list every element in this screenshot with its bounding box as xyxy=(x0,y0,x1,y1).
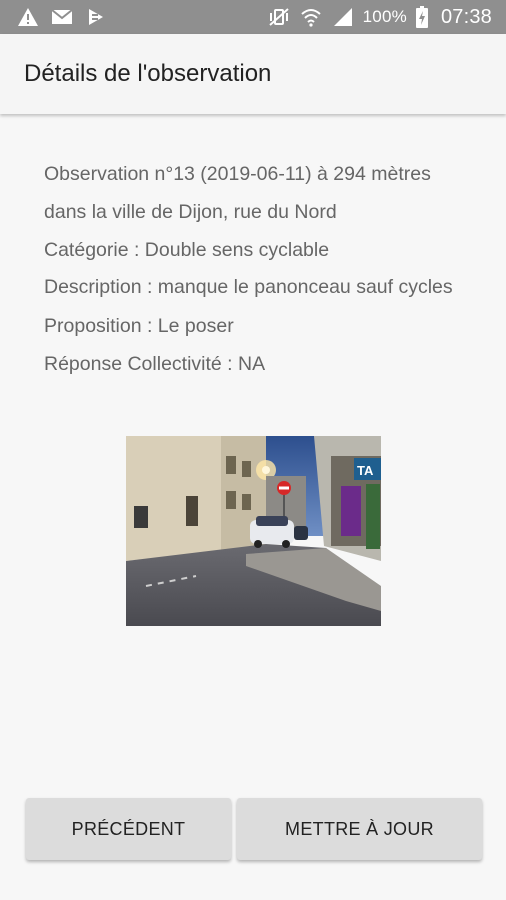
observation-photo[interactable]: TA xyxy=(126,436,381,626)
observation-details: Observation n°13 (2019-06-11) à 294 mètr… xyxy=(44,155,490,383)
vibrate-mute-icon xyxy=(267,6,291,28)
observation-category: Catégorie : Double sens cyclable xyxy=(44,239,330,261)
warning-icon xyxy=(16,6,40,28)
wifi-icon xyxy=(299,6,323,28)
observation-response: Réponse Collectivité : NA xyxy=(44,353,266,375)
status-bar-system: 100% 07:38 xyxy=(267,6,492,29)
observation-description: Description : manque le panonceau sauf c… xyxy=(44,276,453,298)
battery-charging-icon xyxy=(415,6,429,28)
signal-icon xyxy=(331,6,355,28)
app-notification-icon xyxy=(84,6,108,28)
shop-sign-text: TA xyxy=(357,463,374,478)
status-bar-notifications xyxy=(16,6,108,28)
battery-percentage: 100% xyxy=(362,7,407,26)
update-button[interactable]: METTRE À JOUR xyxy=(237,798,482,860)
observation-proposal: Proposition : Le poser xyxy=(44,315,234,337)
observation-summary: Observation n°13 (2019-06-11) à 294 mètr… xyxy=(44,163,431,185)
mail-icon xyxy=(50,6,74,28)
page-title: Détails de l'observation xyxy=(24,60,272,87)
observation-location: dans la ville de Dijon, rue du Nord xyxy=(44,201,337,223)
status-bar-time: 07:38 xyxy=(440,5,492,28)
app-bar: Détails de l'observation xyxy=(0,34,506,114)
status-bar: 100% 07:38 xyxy=(0,0,506,34)
previous-button[interactable]: PRÉCÉDENT xyxy=(26,798,231,860)
street-photo: TA xyxy=(126,436,381,626)
